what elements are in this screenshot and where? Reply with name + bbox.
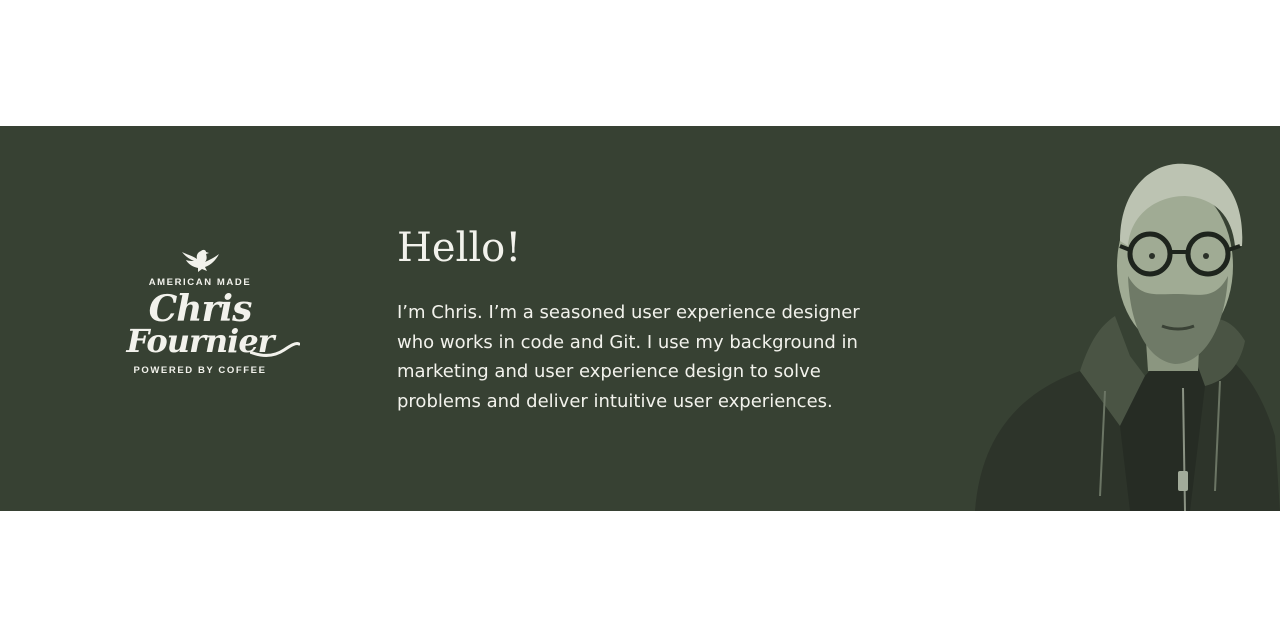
eagle-icon	[182, 249, 219, 272]
hero-heading: Hello!	[397, 225, 522, 271]
site-logo[interactable]: AMERICAN MADE Chris Fournier POWERED BY …	[100, 246, 300, 396]
logo-tagline-bottom: POWERED BY COFFEE	[133, 365, 267, 376]
logo-tagline-top: AMERICAN MADE	[148, 277, 252, 288]
hero-intro-text: I’m Chris. I’m a seasoned user experienc…	[397, 302, 860, 412]
logo-swash	[250, 342, 300, 357]
hero-band: AMERICAN MADE Chris Fournier POWERED BY …	[0, 126, 1280, 511]
portrait-photo	[975, 163, 1280, 511]
